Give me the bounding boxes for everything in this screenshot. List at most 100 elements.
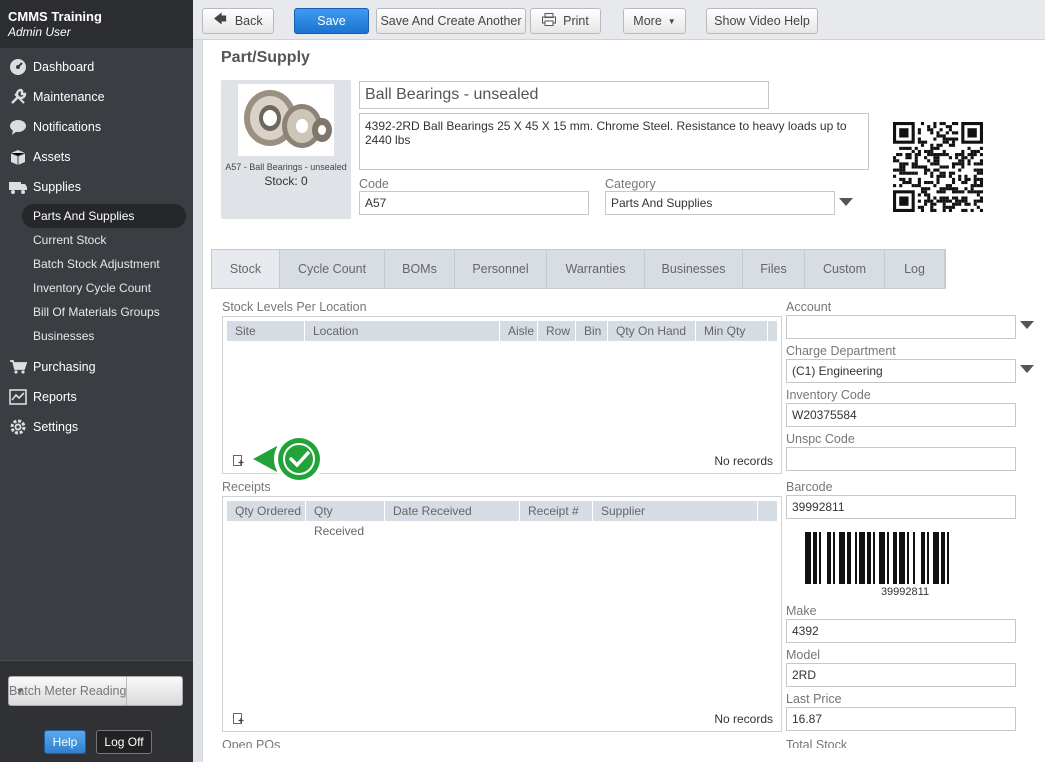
category-label: Category xyxy=(605,177,656,191)
make-label: Make xyxy=(786,604,817,618)
model-label: Model xyxy=(786,648,821,662)
col-site[interactable]: Site xyxy=(227,321,305,341)
page-title: Part/Supply xyxy=(221,49,310,66)
nav-settings-label: Settings xyxy=(33,420,79,434)
col-date-received[interactable]: Date Received xyxy=(385,501,520,521)
nav-purchasing[interactable]: Purchasing xyxy=(0,352,193,382)
col-bin[interactable]: Bin xyxy=(576,321,608,341)
model-input[interactable]: 2RD xyxy=(786,663,1016,687)
tab-stock[interactable]: Stock xyxy=(212,250,280,288)
main-panel: Part/Supply A57 - Ball Bearings - unseal… xyxy=(202,40,1045,762)
col-receipt-number[interactable]: Receipt # xyxy=(520,501,593,521)
account-select[interactable] xyxy=(786,315,1016,339)
toolbar: 🡄 Back Save Save And Create Another Prin… xyxy=(193,0,1045,40)
cart-icon xyxy=(8,358,28,376)
help-button[interactable]: Help xyxy=(44,730,86,754)
part-image-card: A57 - Ball Bearings - unsealed Stock: 0 xyxy=(221,80,351,219)
batch-meter-reading-button[interactable]: Batch Meter Reading ▼ xyxy=(8,676,183,706)
nav-reports[interactable]: Reports xyxy=(0,382,193,412)
app-title: CMMS Training xyxy=(8,9,102,24)
nav-maintenance[interactable]: Maintenance xyxy=(0,82,193,112)
account-dropdown-icon[interactable] xyxy=(1020,321,1034,329)
subnav-parts-and-supplies[interactable]: Parts And Supplies xyxy=(22,204,186,228)
save-button[interactable]: Save xyxy=(294,8,369,34)
add-record-icon[interactable] xyxy=(233,454,245,466)
show-video-help-button[interactable]: Show Video Help xyxy=(706,8,818,34)
category-dropdown-icon[interactable] xyxy=(839,198,853,206)
print-label: Print xyxy=(563,14,589,28)
col-aisle[interactable]: Aisle xyxy=(500,321,538,341)
col-supplier[interactable]: Supplier xyxy=(593,501,758,521)
subnav-bom-groups[interactable]: Bill Of Materials Groups xyxy=(0,300,193,324)
subnav-inventory-cycle-count[interactable]: Inventory Cycle Count xyxy=(0,276,193,300)
nav-notifications-label: Notifications xyxy=(33,120,102,134)
stock-levels-title: Stock Levels Per Location xyxy=(222,300,367,314)
total-stock-label: Total Stock xyxy=(786,738,848,748)
subnav-current-stock[interactable]: Current Stock xyxy=(0,228,193,252)
unspc-code-input[interactable] xyxy=(786,447,1016,471)
tab-log[interactable]: Log xyxy=(885,250,945,288)
speech-bubble-icon xyxy=(8,118,28,136)
last-price-input[interactable]: 16.87 xyxy=(786,707,1016,731)
dashboard-gauge-icon xyxy=(8,58,28,76)
barcode-image xyxy=(803,532,1007,588)
barcode-text: 39992811 xyxy=(880,586,930,598)
charge-department-dropdown-icon[interactable] xyxy=(1020,365,1034,373)
code-input[interactable]: A57 xyxy=(359,191,589,215)
unspc-code-label: Unspc Code xyxy=(786,432,855,446)
tab-cycle-count[interactable]: Cycle Count xyxy=(280,250,385,288)
nav-supplies-label: Supplies xyxy=(33,180,81,194)
nav-supplies[interactable]: Supplies xyxy=(0,172,193,202)
main-nav: Dashboard Maintenance Notifications Asse… xyxy=(0,48,193,442)
col-row[interactable]: Row xyxy=(538,321,576,341)
caret-down-icon: ▼ xyxy=(667,16,676,26)
nav-assets[interactable]: Assets xyxy=(0,142,193,172)
col-location[interactable]: Location xyxy=(305,321,500,341)
check-callout-icon xyxy=(253,432,329,486)
nav-settings[interactable]: Settings xyxy=(0,412,193,442)
save-and-create-another-button[interactable]: Save And Create Another xyxy=(376,8,526,34)
tab-custom[interactable]: Custom xyxy=(805,250,885,288)
print-button[interactable]: Print xyxy=(530,8,601,34)
tab-personnel[interactable]: Personnel xyxy=(455,250,547,288)
subnav-businesses[interactable]: Businesses xyxy=(0,324,193,348)
barcode-input[interactable]: 39992811 xyxy=(786,495,1016,519)
nav-dashboard[interactable]: Dashboard xyxy=(0,52,193,82)
user-name: Admin User xyxy=(8,25,71,39)
supplies-subnav: Parts And Supplies Current Stock Batch S… xyxy=(0,202,193,352)
col-min-qty[interactable]: Min Qty xyxy=(696,321,768,341)
make-input[interactable]: 4392 xyxy=(786,619,1016,643)
nav-notifications[interactable]: Notifications xyxy=(0,112,193,142)
description-textarea[interactable]: 4392-2RD Ball Bearings 25 X 45 X 15 mm. … xyxy=(359,113,869,170)
category-select[interactable]: Parts And Supplies xyxy=(605,191,835,215)
subnav-batch-stock-adjustment[interactable]: Batch Stock Adjustment xyxy=(0,252,193,276)
tab-files[interactable]: Files xyxy=(743,250,805,288)
nav-purchasing-label: Purchasing xyxy=(33,360,96,374)
printer-icon xyxy=(542,13,557,29)
back-button[interactable]: 🡄 Back xyxy=(202,8,274,34)
tab-businesses[interactable]: Businesses xyxy=(645,250,743,288)
nav-dashboard-label: Dashboard xyxy=(33,60,95,74)
more-button[interactable]: More ▼ xyxy=(623,8,686,34)
col-qty-received[interactable]: Qty Received xyxy=(306,501,385,538)
add-receipt-icon[interactable] xyxy=(233,712,245,724)
receipts-header: Qty Ordered Qty Received Date Received R… xyxy=(227,501,777,538)
inventory-code-label: Inventory Code xyxy=(786,388,871,402)
code-label: Code xyxy=(359,177,389,191)
nav-assets-label: Assets xyxy=(33,150,71,164)
receipts-title: Receipts xyxy=(222,480,271,494)
part-name-input[interactable]: Ball Bearings - unsealed xyxy=(359,81,769,109)
col-qty-ordered[interactable]: Qty Ordered xyxy=(227,501,306,521)
log-off-button[interactable]: Log Off xyxy=(96,730,152,754)
barcode-label: Barcode xyxy=(786,480,833,494)
more-label: More xyxy=(633,14,662,28)
tab-boms[interactable]: BOMs xyxy=(385,250,455,288)
gear-icon xyxy=(8,418,28,436)
part-image[interactable] xyxy=(238,84,334,156)
tab-warranties[interactable]: Warranties xyxy=(547,250,645,288)
col-qty-on-hand[interactable]: Qty On Hand xyxy=(608,321,696,341)
wrench-icon xyxy=(8,88,28,106)
charge-department-select[interactable]: (C1) Engineering xyxy=(786,359,1016,383)
inventory-code-input[interactable]: W20375584 xyxy=(786,403,1016,427)
receipts-empty: No records xyxy=(714,712,773,726)
